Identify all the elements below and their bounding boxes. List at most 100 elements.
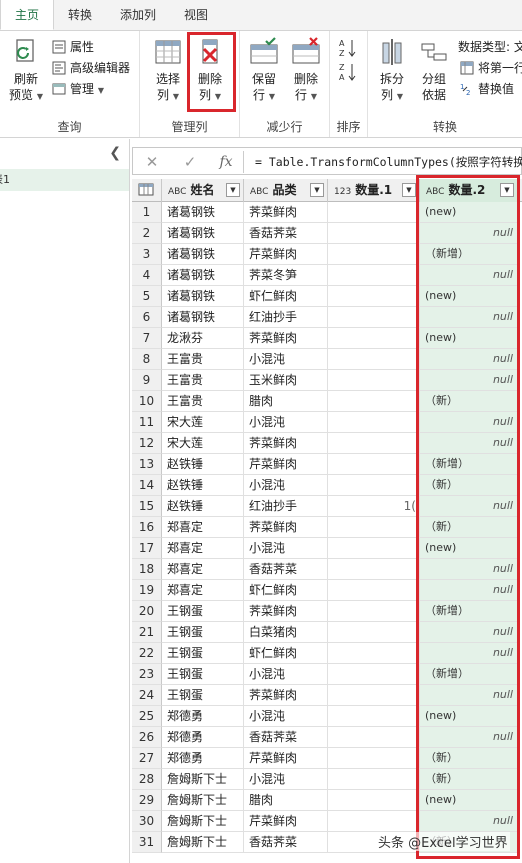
cell-name[interactable]: 诸葛钢铁 xyxy=(162,265,244,286)
cell-category[interactable]: 荠菜鲜肉 xyxy=(244,685,328,706)
cell-qty2[interactable]: null xyxy=(420,223,518,244)
tab-view[interactable]: 视图 xyxy=(170,0,222,30)
row-number[interactable]: 17 xyxy=(132,538,162,559)
cell-name[interactable]: 詹姆斯下士 xyxy=(162,769,244,790)
cell-qty2[interactable]: (new) xyxy=(420,538,518,559)
remove-columns-button[interactable]: 删除 列 ▼ xyxy=(188,35,232,113)
cell-qty1[interactable] xyxy=(328,286,420,307)
tab-add-column[interactable]: 添加列 xyxy=(106,0,170,30)
cell-category[interactable]: 荠菜鲜肉 xyxy=(244,202,328,223)
row-number[interactable]: 13 xyxy=(132,454,162,475)
cell-qty1[interactable] xyxy=(328,412,420,433)
filter-dropdown-icon[interactable]: ▼ xyxy=(226,183,240,197)
cell-category[interactable]: 小混沌 xyxy=(244,538,328,559)
cancel-formula-icon[interactable]: ✕ xyxy=(137,151,167,173)
cell-name[interactable]: 诸葛钢铁 xyxy=(162,307,244,328)
cell-name[interactable]: 王钢蛋 xyxy=(162,643,244,664)
cell-qty1[interactable] xyxy=(328,580,420,601)
manage-button[interactable]: 管理 ▼ xyxy=(50,79,104,99)
cell-qty1[interactable] xyxy=(328,223,420,244)
cell-qty1[interactable] xyxy=(328,391,420,412)
fx-icon[interactable]: fx xyxy=(211,151,241,173)
row-number[interactable]: 28 xyxy=(132,769,162,790)
cell-qty1[interactable] xyxy=(328,538,420,559)
row-number[interactable]: 20 xyxy=(132,601,162,622)
row-number[interactable]: 26 xyxy=(132,727,162,748)
cell-qty1[interactable] xyxy=(328,265,420,286)
cell-name[interactable]: 王富贵 xyxy=(162,391,244,412)
cell-qty1[interactable] xyxy=(328,643,420,664)
row-number[interactable]: 12 xyxy=(132,433,162,454)
cell-category[interactable]: 小混沌 xyxy=(244,769,328,790)
row-number[interactable]: 14 xyxy=(132,475,162,496)
cell-category[interactable]: 芹菜鲜肉 xyxy=(244,454,328,475)
cell-qty1[interactable]: 1( xyxy=(328,496,420,517)
advanced-editor-button[interactable]: 高级编辑器 xyxy=(50,58,130,78)
sort-descending-button[interactable]: ZA xyxy=(338,61,358,83)
cell-name[interactable]: 郑喜定 xyxy=(162,559,244,580)
cell-category[interactable]: 荠菜冬笋 xyxy=(244,265,328,286)
column-header-qty2[interactable]: ABC 数量.2 ▼ xyxy=(420,179,518,202)
cell-qty1[interactable] xyxy=(328,685,420,706)
cell-category[interactable]: 荠菜鲜肉 xyxy=(244,517,328,538)
cell-category[interactable]: 香菇荠菜 xyxy=(244,832,328,853)
cell-category[interactable]: 小混沌 xyxy=(244,412,328,433)
sort-ascending-button[interactable]: AZ xyxy=(338,37,358,59)
cell-name[interactable]: 詹姆斯下士 xyxy=(162,790,244,811)
row-number[interactable]: 3 xyxy=(132,244,162,265)
cell-name[interactable]: 郑德勇 xyxy=(162,748,244,769)
cell-qty1[interactable] xyxy=(328,433,420,454)
filter-dropdown-icon[interactable]: ▼ xyxy=(500,183,514,197)
row-number[interactable]: 21 xyxy=(132,622,162,643)
cell-qty1[interactable] xyxy=(328,244,420,265)
cell-qty2[interactable]: null xyxy=(420,265,518,286)
column-header-name[interactable]: ABC 姓名 ▼ xyxy=(162,179,244,202)
cell-name[interactable]: 诸葛钢铁 xyxy=(162,244,244,265)
cell-qty1[interactable] xyxy=(328,622,420,643)
row-number[interactable]: 19 xyxy=(132,580,162,601)
row-number[interactable]: 9 xyxy=(132,370,162,391)
cell-name[interactable]: 王钢蛋 xyxy=(162,622,244,643)
row-number[interactable]: 1 xyxy=(132,202,162,223)
row-number[interactable]: 5 xyxy=(132,286,162,307)
cell-qty1[interactable] xyxy=(328,748,420,769)
cell-qty2[interactable]: null xyxy=(420,643,518,664)
cell-name[interactable]: 赵铁锤 xyxy=(162,454,244,475)
row-number[interactable]: 16 xyxy=(132,517,162,538)
tab-home[interactable]: 主页 xyxy=(0,0,55,30)
cell-qty2[interactable]: (new) xyxy=(420,202,518,223)
cell-name[interactable]: 詹姆斯下士 xyxy=(162,811,244,832)
cell-category[interactable]: 香菇荠菜 xyxy=(244,727,328,748)
cell-category[interactable]: 红油抄手 xyxy=(244,496,328,517)
cell-category[interactable]: 虾仁鲜肉 xyxy=(244,580,328,601)
cell-name[interactable]: 诸葛钢铁 xyxy=(162,223,244,244)
cell-qty1[interactable] xyxy=(328,769,420,790)
row-number[interactable]: 23 xyxy=(132,664,162,685)
cell-category[interactable]: 荠菜鲜肉 xyxy=(244,328,328,349)
cell-category[interactable]: 芹菜鲜肉 xyxy=(244,244,328,265)
cell-name[interactable]: 王富贵 xyxy=(162,349,244,370)
cell-qty2[interactable]: null xyxy=(420,412,518,433)
row-number[interactable]: 7 xyxy=(132,328,162,349)
cell-name[interactable]: 诸葛钢铁 xyxy=(162,286,244,307)
cell-category[interactable]: 香菇荠菜 xyxy=(244,559,328,580)
cell-category[interactable]: 芹菜鲜肉 xyxy=(244,748,328,769)
cell-name[interactable]: 赵铁锤 xyxy=(162,475,244,496)
cell-name[interactable]: 宋大莲 xyxy=(162,412,244,433)
cell-qty2[interactable]: (new) xyxy=(420,328,518,349)
cell-qty1[interactable] xyxy=(328,706,420,727)
cell-qty1[interactable] xyxy=(328,307,420,328)
row-number[interactable]: 24 xyxy=(132,685,162,706)
cell-category[interactable]: 小混沌 xyxy=(244,706,328,727)
cell-qty2[interactable]: （新增） xyxy=(420,454,518,475)
cell-name[interactable]: 郑喜定 xyxy=(162,580,244,601)
cell-name[interactable]: 郑德勇 xyxy=(162,706,244,727)
cell-qty2[interactable]: null xyxy=(420,370,518,391)
cell-qty2[interactable]: null xyxy=(420,349,518,370)
cell-qty2[interactable]: （新） xyxy=(420,748,518,769)
cell-name[interactable]: 赵铁锤 xyxy=(162,496,244,517)
table-menu-icon[interactable] xyxy=(132,179,162,202)
split-column-button[interactable]: 拆分 列 ▼ xyxy=(370,35,414,113)
row-number[interactable]: 15 xyxy=(132,496,162,517)
cell-name[interactable]: 王钢蛋 xyxy=(162,601,244,622)
